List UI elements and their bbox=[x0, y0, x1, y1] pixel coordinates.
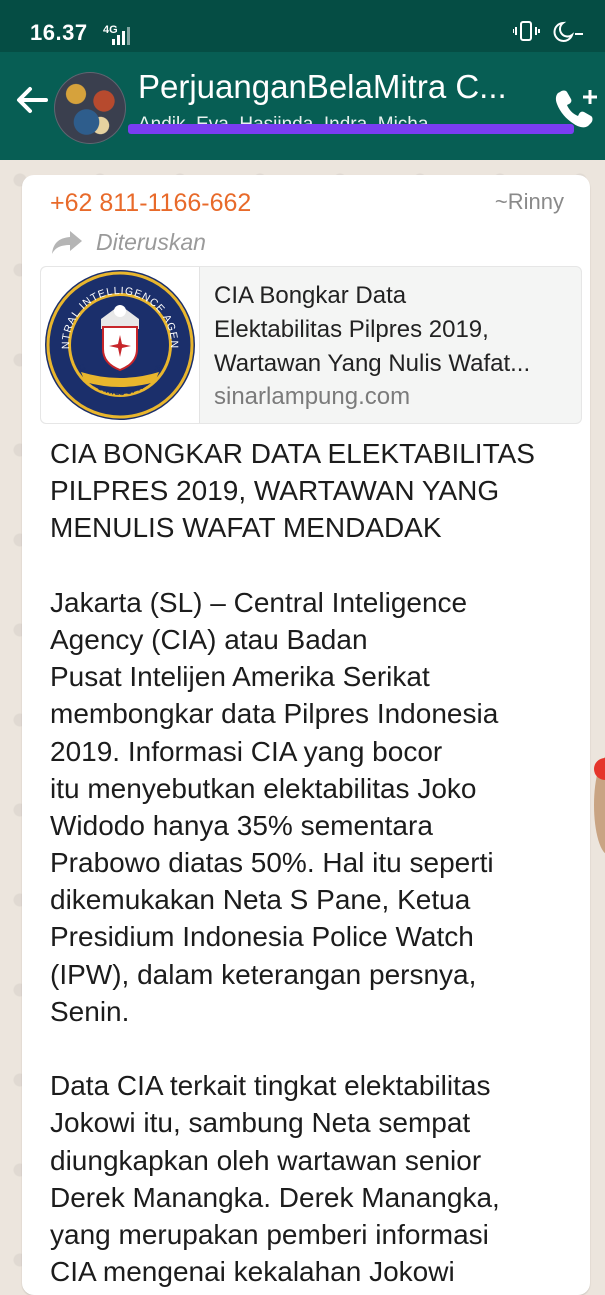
chat-header: PerjuanganBelaMitra C... Andik, Eva, Has… bbox=[0, 52, 605, 160]
status-time: 16.37 bbox=[30, 20, 88, 45]
message-text: CIA BONGKAR DATA ELEKTABILITAS PILPRES 2… bbox=[50, 435, 580, 1290]
link-domain[interactable]: sinarlampung.com bbox=[214, 383, 574, 411]
redaction-mark bbox=[128, 124, 574, 134]
sender-phone[interactable]: +62 811-1166-662 bbox=[50, 189, 251, 218]
message-line: CIA BONGKAR DATA ELEKTABILITAS bbox=[50, 438, 535, 469]
group-avatar[interactable] bbox=[54, 72, 126, 144]
message-line: diungkapkan oleh wartawan senior bbox=[50, 1144, 482, 1176]
do-not-disturb-icon bbox=[553, 21, 583, 42]
message-line: Jokowi itu, sambung Neta sempat bbox=[50, 1107, 471, 1139]
link-text[interactable]: CIA Bongkar Data Elektabilitas Pilpres 2… bbox=[214, 279, 574, 411]
message-line: Widodo hanya 35% sementara bbox=[50, 809, 433, 841]
message-line: Prabowo diatas 50%. Hal itu seperti bbox=[50, 847, 494, 879]
message-line: Presidium Indonesia Police Watch bbox=[50, 921, 474, 953]
message-line: Senin. bbox=[50, 995, 130, 1027]
arrow-left-icon[interactable] bbox=[10, 78, 54, 122]
link-title-line: Elektabilitas Pilpres 2019, bbox=[214, 316, 489, 343]
status-icons bbox=[513, 21, 583, 42]
vibrate-icon bbox=[513, 21, 540, 41]
link-preview[interactable]: CENTRAL INTELLIGENCE AGENCY UNITED STATE… bbox=[37, 258, 582, 424]
message-line: Agency (CIA) atau Badan bbox=[50, 623, 368, 655]
add-call-icon[interactable] bbox=[552, 86, 600, 128]
message-line: Derek Manangka. Derek Manangka, bbox=[50, 1181, 500, 1213]
link-thumbnail: CENTRAL INTELLIGENCE AGENCY UNITED STATE… bbox=[37, 258, 200, 423]
group-title[interactable]: PerjuanganBelaMitra C... bbox=[138, 68, 548, 106]
link-title[interactable]: CIA Bongkar Data Elektabilitas Pilpres 2… bbox=[214, 279, 574, 381]
message-line: yang merupakan pemberi informasi bbox=[50, 1218, 489, 1250]
message-line: (IPW), dalam keterangan persnya, bbox=[50, 958, 477, 990]
message-line: PILPRES 2019, WARTAWAN YANG bbox=[50, 475, 500, 507]
message-line: Data CIA terkait tingkat elektabilitas bbox=[50, 1070, 491, 1102]
signal-icon bbox=[112, 27, 130, 45]
sender-name: ~Rinny bbox=[494, 189, 564, 214]
status-bar: 16.37 4G bbox=[0, 0, 605, 52]
message-line: membongkar data Pilpres Indonesia bbox=[50, 698, 499, 730]
cia-seal-logo: CENTRAL INTELLIGENCE AGENCY UNITED STATE… bbox=[37, 258, 195, 420]
message-line: MENULIS WAFAT MENDADAK bbox=[50, 512, 442, 544]
message-line: CIA mengenai kekalahan Jokowi bbox=[50, 1256, 455, 1288]
message-line: dikemukakan Neta S Pane, Ketua bbox=[50, 884, 471, 916]
forwarded-label: Diteruskan bbox=[96, 229, 206, 255]
link-title-line: CIA Bongkar Data bbox=[214, 282, 407, 309]
message-line: Pusat Intelijen Amerika Serikat bbox=[50, 661, 430, 693]
message-line: Jakarta (SL) – Central Inteligence bbox=[50, 586, 468, 618]
message-line: itu menyebutkan elektabilitas Joko bbox=[50, 772, 477, 804]
link-title-line: Wartawan Yang Nulis Wafat... bbox=[214, 350, 531, 377]
message-bubble[interactable]: +62 811-1166-662 ~Rinny Diteruskan CENTR… bbox=[22, 175, 590, 1295]
message-line: 2019. Informasi CIA yang bocor bbox=[50, 735, 443, 767]
forward-arrow-icon bbox=[52, 231, 82, 254]
